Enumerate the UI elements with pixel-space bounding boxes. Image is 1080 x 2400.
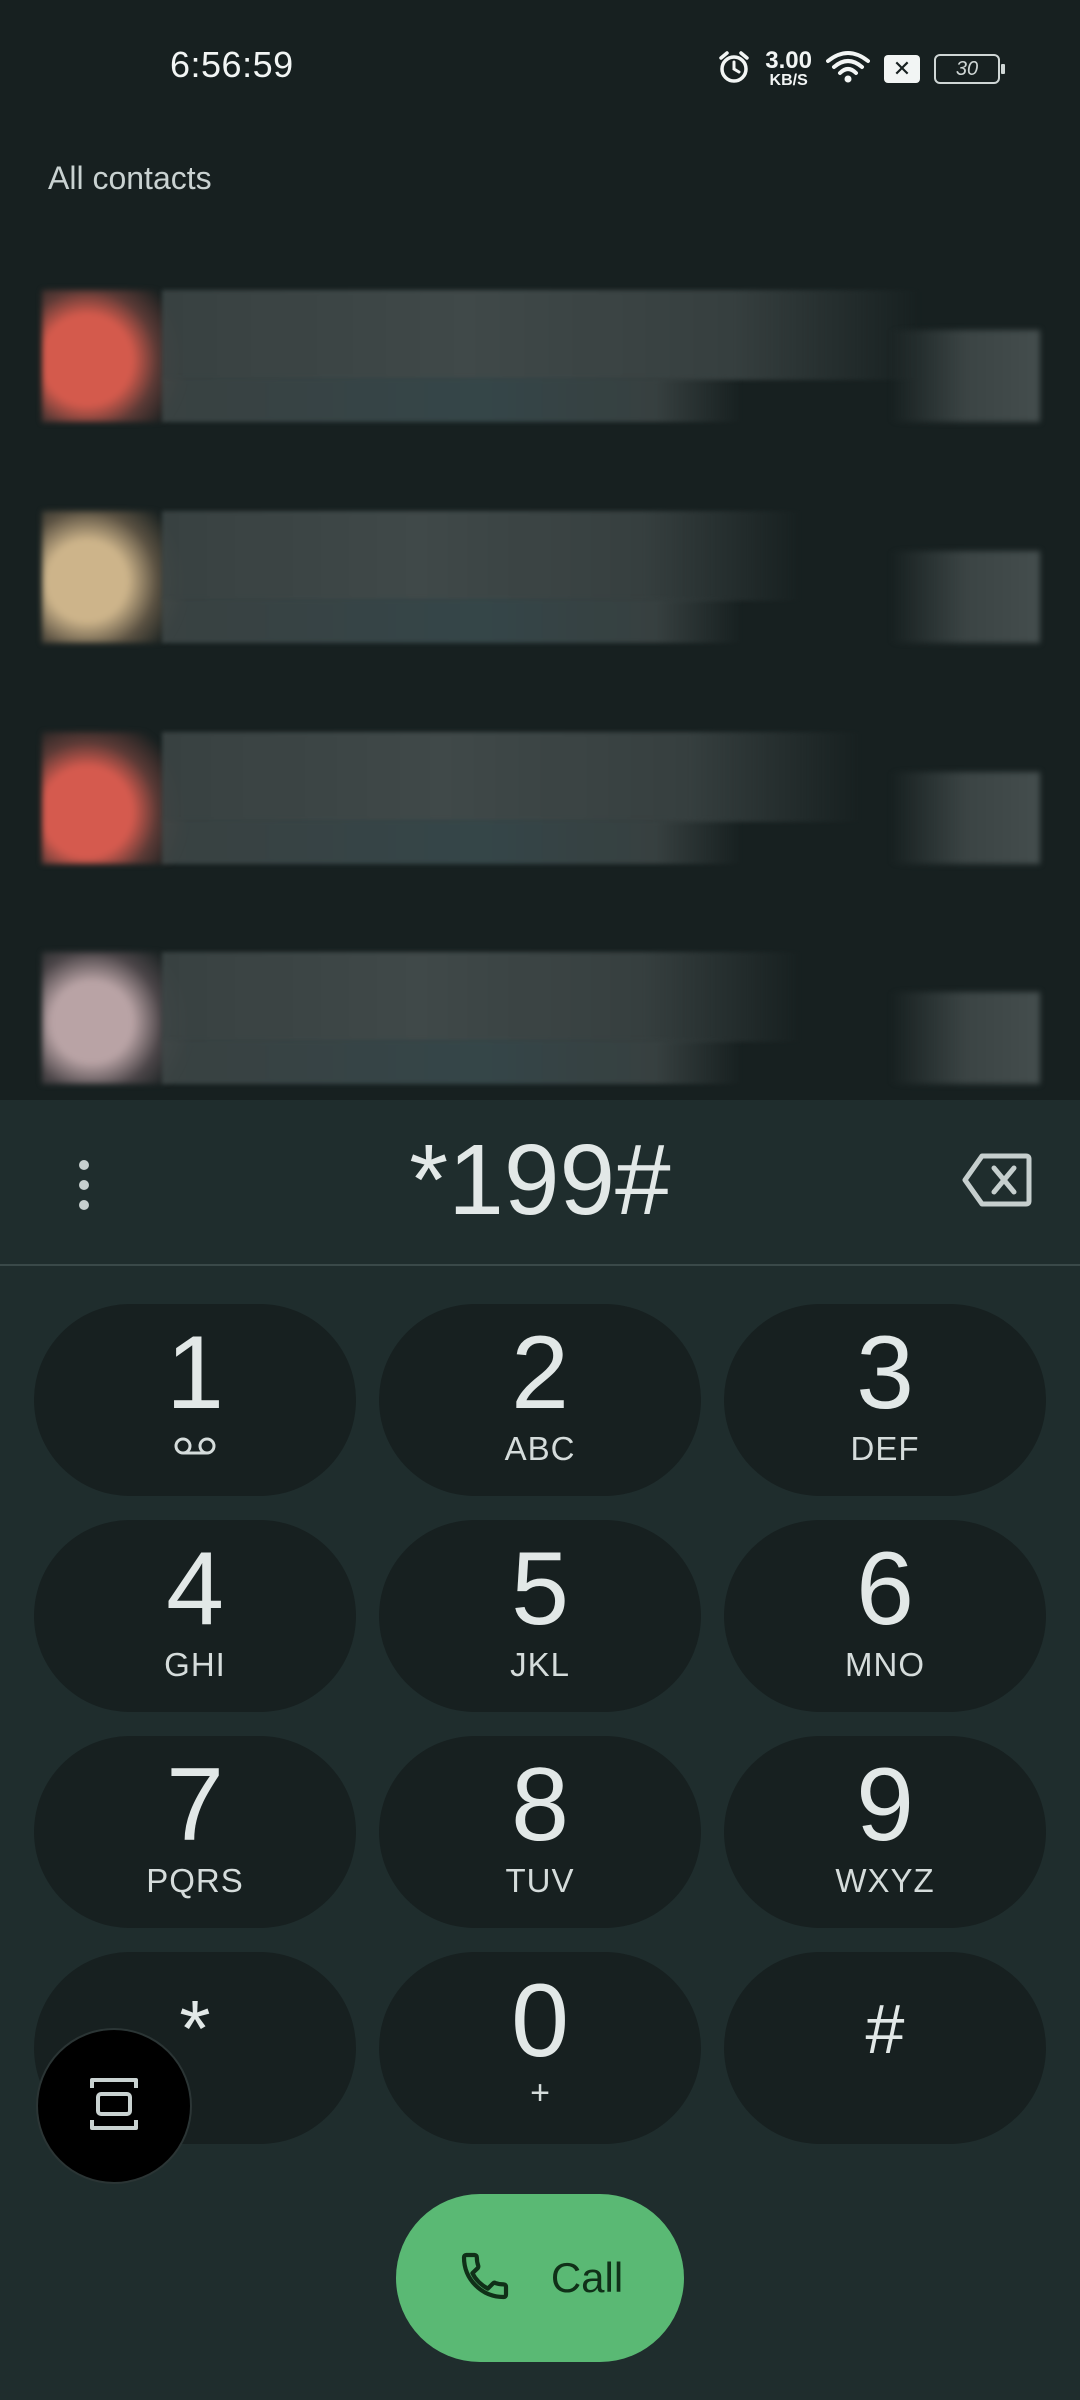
status-icons: 3.00 KB/S ✕ 30: [717, 44, 1005, 94]
key-letters: +: [530, 2074, 550, 2112]
key-digit: 9: [856, 1747, 914, 1863]
key-letters: GHI: [164, 1646, 226, 1683]
contact-action-obscured[interactable]: [890, 992, 1040, 1084]
voicemail-icon: [173, 1436, 217, 1461]
status-bar: 6:56:59 3.00 KB/S ✕ 30: [0, 0, 1080, 130]
contact-detail-obscured: [162, 1040, 742, 1084]
wifi-icon: [826, 49, 870, 90]
contact-name-obscured: [162, 290, 922, 380]
key-digit: 5: [511, 1531, 569, 1647]
key-digit: 7: [166, 1747, 224, 1863]
key-digit: 2: [511, 1315, 569, 1431]
contact-row[interactable]: [42, 511, 1040, 643]
dialpad-key-hash[interactable]: #: [724, 1952, 1046, 2144]
key-digit: 1: [166, 1315, 224, 1431]
backspace-icon[interactable]: [962, 1152, 1032, 1212]
dialpad-key-7[interactable]: 7 PQRS: [34, 1736, 356, 1928]
dialpad-key-6[interactable]: 6 MNO: [724, 1520, 1046, 1712]
dialed-digits-field[interactable]: *199#: [200, 1120, 880, 1240]
key-letters: JKL: [510, 1646, 570, 1683]
key-digit: *: [179, 1984, 211, 2073]
key-letters: ABC: [504, 1430, 576, 1467]
status-clock: 6:56:59: [170, 44, 294, 85]
key-digit: #: [865, 1990, 905, 2068]
key-digit: 6: [856, 1531, 914, 1647]
contact-row[interactable]: [42, 952, 1040, 1084]
screen-capture-button[interactable]: [36, 2028, 192, 2184]
key-letters: TUV: [505, 1862, 575, 1899]
digits-bar: *199#: [0, 1100, 1080, 1266]
call-button[interactable]: Call: [396, 2194, 684, 2362]
key-digit: 8: [511, 1747, 569, 1863]
screen-capture-icon: [86, 2074, 142, 2139]
close-box-icon: ✕: [884, 55, 920, 83]
dialpad-key-5[interactable]: 5 JKL: [379, 1520, 701, 1712]
dialpad-key-2[interactable]: 2 ABC: [379, 1304, 701, 1496]
dialpad-key-0[interactable]: 0 +: [379, 1952, 701, 2144]
key-digit: 3: [856, 1315, 914, 1431]
dialpad-key-3[interactable]: 3 DEF: [724, 1304, 1046, 1496]
contact-action-obscured[interactable]: [890, 551, 1040, 643]
net-speed-unit: KB/S: [769, 72, 808, 89]
contact-row[interactable]: [42, 732, 1040, 864]
more-vert-icon[interactable]: [54, 1150, 114, 1220]
net-speed-value: 3.00: [765, 47, 812, 74]
contact-name-obscured: [162, 511, 802, 601]
battery-indicator: 30: [934, 54, 1005, 84]
contact-name-obscured: [162, 732, 862, 822]
dialpad-key-8[interactable]: 8 TUV: [379, 1736, 701, 1928]
battery-level: 30: [955, 57, 979, 80]
contacts-section-title: All contacts: [48, 160, 212, 196]
dialpad-key-4[interactable]: 4 GHI: [34, 1520, 356, 1712]
contact-action-obscured[interactable]: [890, 772, 1040, 864]
key-letters: DEF: [850, 1430, 920, 1467]
contact-detail-obscured: [162, 820, 742, 864]
contact-detail-obscured: [162, 599, 742, 643]
dialpad-key-1[interactable]: 1: [34, 1304, 356, 1496]
net-speed: 3.00 KB/S: [765, 49, 812, 89]
contact-detail-obscured: [162, 378, 742, 422]
dialpad-key-9[interactable]: 9 WXYZ: [724, 1736, 1046, 1928]
alarm-icon: [717, 50, 751, 89]
contact-row[interactable]: [42, 290, 1040, 422]
call-button-label: Call: [550, 2254, 624, 2301]
key-letters: MNO: [845, 1646, 925, 1683]
key-digit: 0: [511, 1963, 569, 2079]
key-letters: WXYZ: [835, 1862, 935, 1899]
contact-name-obscured: [162, 952, 802, 1042]
key-digit: 4: [166, 1531, 224, 1647]
phone-icon: [457, 2248, 513, 2309]
key-letters: PQRS: [146, 1862, 244, 1899]
contact-action-obscured[interactable]: [890, 330, 1040, 422]
